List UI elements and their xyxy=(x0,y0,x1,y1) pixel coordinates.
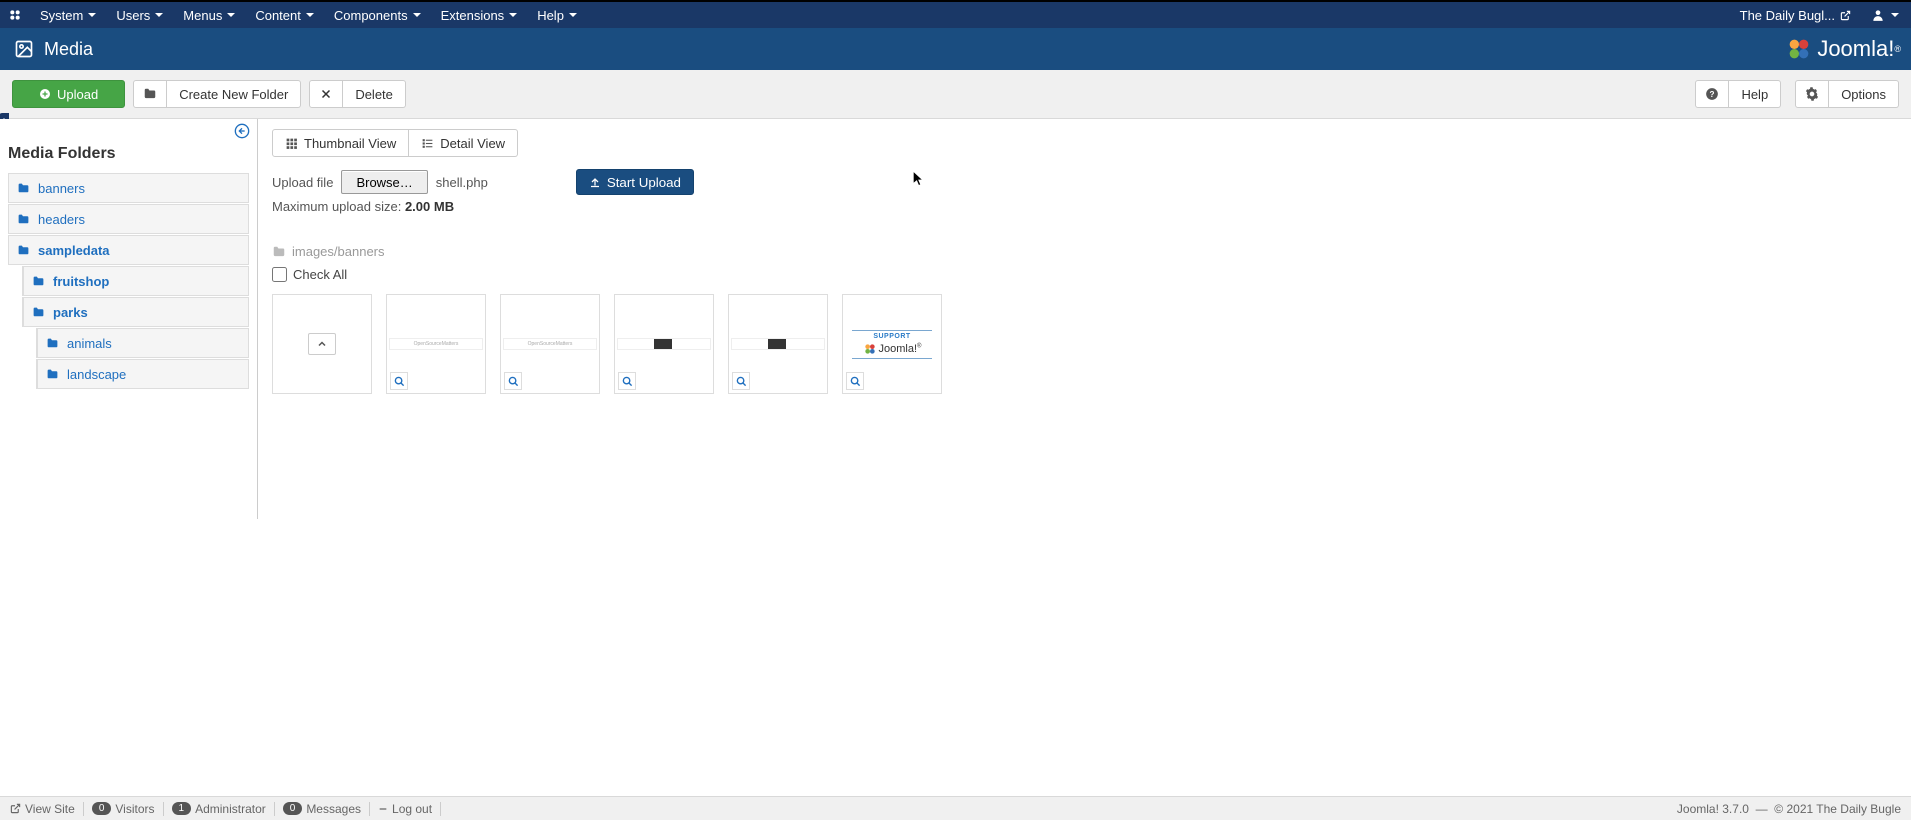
upload-button[interactable]: Upload xyxy=(12,80,125,108)
action-toolbar: Upload Create New Folder Delete ? Help O… xyxy=(0,70,1911,119)
delete-button[interactable]: Delete xyxy=(343,80,406,108)
options-group: Options xyxy=(1795,80,1899,108)
folder-animals[interactable]: animals xyxy=(36,328,249,358)
chevron-up-icon xyxy=(316,338,328,350)
joomla-icon[interactable] xyxy=(0,7,30,23)
view-site-link[interactable]: View Site xyxy=(10,802,84,816)
search-icon xyxy=(394,376,405,387)
site-name-link[interactable]: The Daily Bugl... xyxy=(1732,1,1859,29)
options-icon-button[interactable] xyxy=(1795,80,1829,108)
external-link-icon xyxy=(1840,10,1851,21)
menu-content[interactable]: Content xyxy=(245,1,324,29)
dash-icon xyxy=(378,804,388,814)
menu-system[interactable]: System xyxy=(30,1,106,29)
search-icon xyxy=(508,376,519,387)
up-folder-button[interactable] xyxy=(308,333,336,355)
menu-components[interactable]: Components xyxy=(324,1,431,29)
search-icon xyxy=(622,376,633,387)
cursor-icon xyxy=(910,170,926,190)
folder-banners[interactable]: banners xyxy=(8,173,249,203)
question-icon: ? xyxy=(1705,87,1719,101)
page-title: Media xyxy=(14,39,93,60)
folder-icon-button[interactable] xyxy=(133,80,167,108)
options-button[interactable]: Options xyxy=(1829,80,1899,108)
folders-title: Media Folders xyxy=(8,145,249,163)
menu-extensions[interactable]: Extensions xyxy=(431,1,528,29)
folder-landscape[interactable]: landscape xyxy=(36,359,249,389)
thumbnail-view-button[interactable]: Thumbnail View xyxy=(272,129,409,157)
search-icon xyxy=(850,376,861,387)
thumb-up-folder[interactable] xyxy=(272,294,372,394)
thumb-item[interactable]: OpenSourceMatters xyxy=(386,294,486,394)
picture-icon xyxy=(14,39,34,59)
page-header: Media Joomla!® xyxy=(0,28,1911,70)
breadcrumb: images/banners xyxy=(272,244,1897,259)
menu-users[interactable]: Users xyxy=(106,1,173,29)
upload-arrow-icon xyxy=(589,176,601,188)
check-all-checkbox[interactable] xyxy=(272,267,287,282)
visitors-link[interactable]: 0Visitors xyxy=(92,802,164,816)
collapse-sidebar-button[interactable] xyxy=(234,123,250,142)
sidebar: Media Folders banners headers sampledata… xyxy=(0,119,258,519)
joomla-brand: Joomla!® xyxy=(1785,35,1901,63)
svg-text:?: ? xyxy=(1710,90,1715,99)
upload-file-label: Upload file xyxy=(272,175,333,190)
zoom-button[interactable] xyxy=(846,372,864,390)
max-upload-size: Maximum upload size: 2.00 MB xyxy=(272,199,1897,214)
zoom-button[interactable] xyxy=(732,372,750,390)
delete-icon-button[interactable] xyxy=(309,80,343,108)
folder-sampledata[interactable]: sampledata xyxy=(8,235,249,265)
zoom-button[interactable] xyxy=(390,372,408,390)
help-button[interactable]: Help xyxy=(1729,80,1781,108)
user-icon xyxy=(1871,8,1885,22)
zoom-button[interactable] xyxy=(618,372,636,390)
selected-file-name: shell.php xyxy=(436,175,488,190)
thumb-item[interactable]: OpenSourceMatters xyxy=(500,294,600,394)
x-icon xyxy=(320,88,332,100)
detail-view-button[interactable]: Detail View xyxy=(409,129,518,157)
browse-button[interactable]: Browse… xyxy=(341,170,427,194)
upload-icon xyxy=(39,88,51,100)
gear-icon xyxy=(1805,87,1819,101)
upload-form: Upload file Browse… shell.php Start Uplo… xyxy=(272,169,1897,195)
folder-open-icon xyxy=(272,245,286,259)
search-icon xyxy=(736,376,747,387)
help-icon-button[interactable]: ? xyxy=(1695,80,1729,108)
folder-headers[interactable]: headers xyxy=(8,204,249,234)
check-all[interactable]: Check All xyxy=(272,267,1897,282)
folder-parks[interactable]: parks xyxy=(22,297,249,327)
admin-menubar: System Users Menus Content Components Ex… xyxy=(0,0,1911,28)
external-link-icon xyxy=(10,803,21,814)
create-folder-group: Create New Folder xyxy=(133,80,301,108)
user-menu[interactable] xyxy=(1859,1,1911,29)
delete-group: Delete xyxy=(309,80,406,108)
thumb-item[interactable] xyxy=(614,294,714,394)
thumbnail-grid: OpenSourceMatters OpenSourceMatters SUPP… xyxy=(272,294,1897,394)
thumb-item[interactable]: SUPPORT Joomla!® xyxy=(842,294,942,394)
list-icon xyxy=(421,137,434,150)
menu-menus[interactable]: Menus xyxy=(173,1,245,29)
folder-icon xyxy=(143,87,157,101)
folder-fruitshop[interactable]: fruitshop xyxy=(22,266,249,296)
arrow-circle-left-icon xyxy=(234,123,250,139)
content-pane: Thumbnail View Detail View Upload file B… xyxy=(258,119,1911,519)
start-upload-button[interactable]: Start Upload xyxy=(576,169,694,195)
main-area: Media Folders banners headers sampledata… xyxy=(0,119,1911,519)
create-folder-button[interactable]: Create New Folder xyxy=(167,80,301,108)
logout-link[interactable]: Log out xyxy=(378,802,441,816)
grid-icon xyxy=(285,137,298,150)
menu-help[interactable]: Help xyxy=(527,1,587,29)
folder-tree: banners headers sampledata fruitshop par… xyxy=(8,173,249,389)
thumb-item[interactable] xyxy=(728,294,828,394)
admin-link[interactable]: 1Administrator xyxy=(172,802,275,816)
footer-version: Joomla! 3.7.0 — © 2021 The Daily Bugle xyxy=(1677,802,1901,816)
view-toggle: Thumbnail View Detail View xyxy=(272,129,1897,157)
zoom-button[interactable] xyxy=(504,372,522,390)
messages-link[interactable]: 0Messages xyxy=(283,802,370,816)
help-group: ? Help xyxy=(1695,80,1781,108)
status-bar: View Site 0Visitors 1Administrator 0Mess… xyxy=(0,796,1911,820)
